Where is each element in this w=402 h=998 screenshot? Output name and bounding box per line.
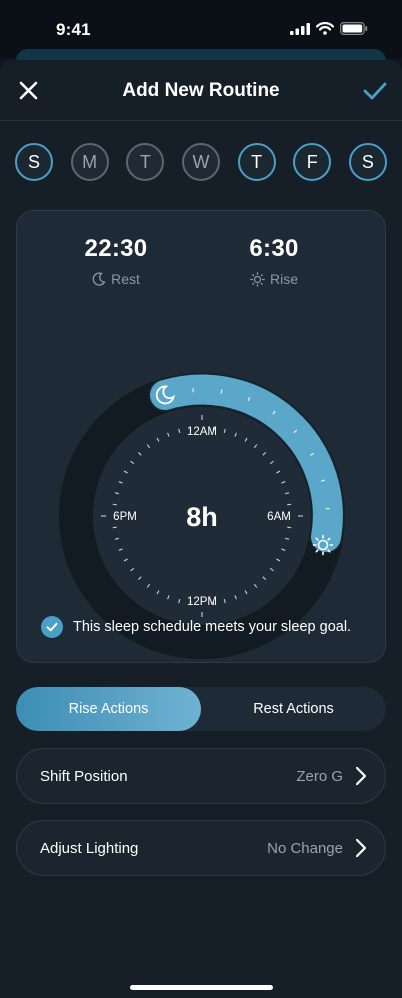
day-wednesday[interactable]: W	[181, 143, 220, 181]
tab-rise-actions[interactable]: Rise Actions	[16, 687, 201, 731]
dial-label-6am: 6AM	[267, 511, 291, 523]
adjust-lighting-row[interactable]: Adjust Lighting No Change	[16, 820, 386, 876]
day-sunday[interactable]: S	[15, 143, 53, 181]
sleep-duration: 8h	[186, 502, 218, 532]
actions-segmented-control: Rise Actions Rest Actions	[16, 687, 386, 731]
dial-label-12am: 12AM	[187, 426, 217, 438]
chevron-right-icon	[355, 766, 367, 786]
day-thursday[interactable]: T	[237, 143, 276, 181]
chevron-right-icon	[355, 838, 367, 858]
sleep-schedule-card: 22:30 Rest 6:30 Rise 12AM 6AM 12PM 6PM 8…	[16, 210, 386, 663]
adjust-lighting-value: No Change	[267, 840, 343, 857]
tab-rest-actions[interactable]: Rest Actions	[201, 687, 386, 731]
arc-tick	[220, 389, 223, 394]
dial-label-12pm: 12PM	[187, 596, 217, 608]
status-time: 9:41	[56, 20, 91, 39]
nav-bar: Add New Routine	[0, 60, 402, 121]
checkmark-icon	[363, 82, 387, 100]
sleep-goal-message: This sleep schedule meets your sleep goa…	[41, 616, 351, 638]
save-button[interactable]	[362, 78, 388, 104]
status-icons	[290, 22, 368, 35]
dial-tick	[287, 503, 292, 506]
battery-icon	[340, 22, 368, 35]
dial-tick	[287, 526, 292, 529]
cellular-signal-icon	[290, 22, 310, 35]
dial-label-6pm: 6PM	[113, 511, 137, 523]
dial-tick	[112, 503, 117, 506]
day-monday[interactable]: M	[70, 143, 109, 181]
dial-tick	[112, 526, 117, 529]
adjust-lighting-label: Adjust Lighting	[40, 840, 139, 857]
shift-position-label: Shift Position	[40, 768, 128, 785]
goal-check-icon	[41, 616, 63, 638]
day-selector: S M T W T F S	[15, 143, 387, 181]
day-tuesday[interactable]: T	[126, 143, 165, 181]
wifi-icon	[316, 22, 334, 35]
day-saturday[interactable]: S	[348, 143, 387, 181]
page-title: Add New Routine	[122, 80, 280, 101]
shift-position-row[interactable]: Shift Position Zero G	[16, 748, 386, 804]
sleep-dial: 12AM 6AM 12PM 6PM 8h	[59, 372, 345, 659]
shift-position-value: Zero G	[296, 768, 343, 785]
home-indicator	[130, 985, 273, 990]
goal-text: This sleep schedule meets your sleep goa…	[73, 619, 352, 635]
day-friday[interactable]: F	[293, 143, 332, 181]
